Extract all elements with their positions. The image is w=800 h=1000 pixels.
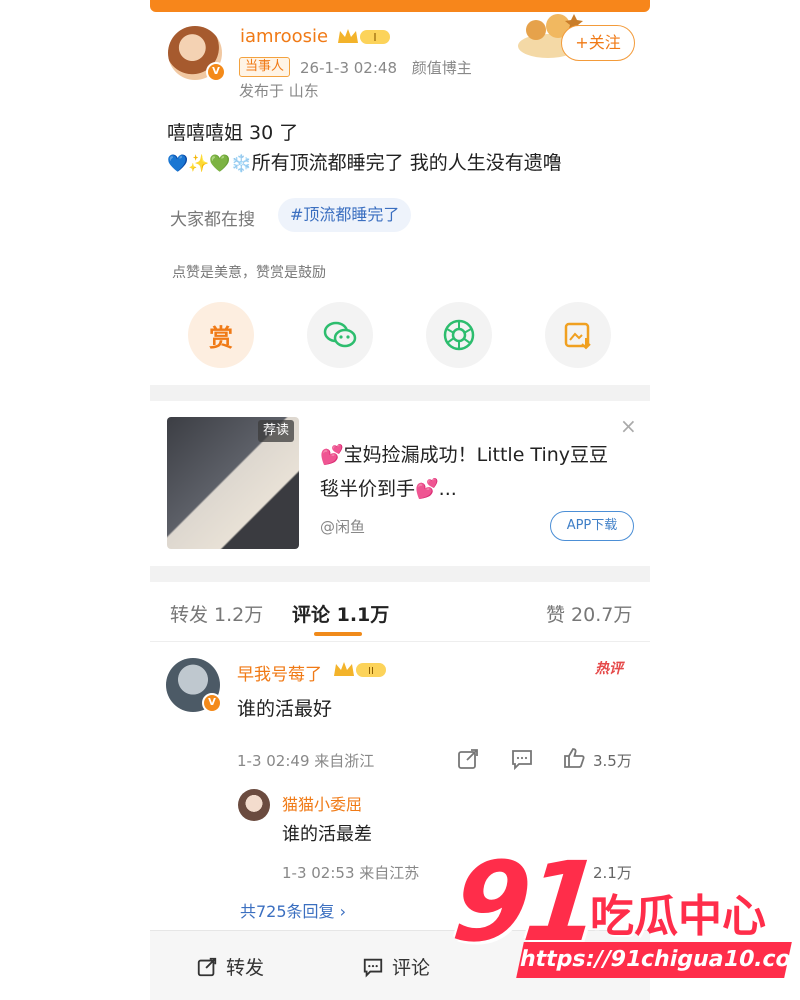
role-tag: 当事人 <box>239 57 291 77</box>
wechat-icon <box>323 321 357 348</box>
post-emojis: 💙✨💚❄️ <box>167 154 252 174</box>
ad-source: @闲鱼 <box>320 518 366 536</box>
reward-tip: 点赞是美意，赞赏是鼓励 <box>172 265 326 281</box>
comment-icon <box>363 958 383 977</box>
post-text-line2-container: 💙✨💚❄️所有顶流都睡完了 我的人生没有遗噜 <box>167 148 562 179</box>
reward-button[interactable]: 赏 <box>188 302 254 368</box>
close-icon[interactable]: × <box>620 414 637 438</box>
section-separator <box>150 385 650 401</box>
repost-icon <box>197 957 217 976</box>
author-category: 颜值博主 <box>411 59 472 77</box>
verified-badge-icon: V <box>206 62 226 82</box>
share-wechat-button[interactable] <box>307 302 373 368</box>
post-timestamp: 26-1-3 02:48 <box>300 59 397 77</box>
repost-button[interactable]: 转发 <box>196 953 264 980</box>
commenter-name[interactable]: 早我号莓了 <box>237 660 322 685</box>
ad-title[interactable]: 💕宝妈捡漏成功！Little Tiny豆豆毯半价到手💕... <box>320 438 620 506</box>
comment-text: 谁的活最好 <box>237 698 333 720</box>
member-crown-icon: I <box>338 29 390 44</box>
like-count: 3.5万 <box>593 752 632 770</box>
like-icon[interactable] <box>562 746 586 770</box>
save-image-button[interactable] <box>545 302 611 368</box>
watermark-url: https://91chigua10.com <box>516 942 800 978</box>
repost-label: 转发 <box>226 957 265 979</box>
moments-icon <box>443 319 475 351</box>
post-location: 发布于 山东 <box>239 82 319 100</box>
view-replies-link[interactable]: 共725条回复 › <box>240 898 346 922</box>
ad-badge: 荐读 <box>258 420 294 442</box>
watermark-name: 吃瓜中心 <box>590 891 766 942</box>
svg-text:II: II <box>368 666 374 677</box>
tab-likes[interactable]: 赞 20.7万 <box>546 600 632 627</box>
replier-avatar[interactable] <box>238 789 270 821</box>
post-text-line1: 嘻嘻嘻姐 30 了 <box>167 122 299 144</box>
share-icon[interactable] <box>456 747 480 771</box>
post-body: 嘻嘻嘻姐 30 了 💙✨💚❄️所有顶流都睡完了 我的人生没有遗噜 <box>167 118 562 179</box>
post-text-line2: 所有顶流都睡完了 我的人生没有遗噜 <box>251 152 562 174</box>
post-meta: 26-1-3 02:48 颜值博主 <box>300 57 472 78</box>
share-moments-button[interactable] <box>426 302 492 368</box>
reply-text: 谁的活最差 <box>282 824 372 845</box>
app-download-button[interactable]: APP下载 <box>550 511 634 541</box>
section-separator <box>150 566 650 582</box>
comment-icon[interactable] <box>510 747 534 771</box>
reward-label: 赏 <box>209 323 233 352</box>
author-username[interactable]: iamroosie <box>240 26 328 47</box>
divider <box>150 641 650 642</box>
tab-repost[interactable]: 转发 1.2万 <box>170 600 263 627</box>
ad-card[interactable]: 荐读 💕宝妈捡漏成功！Little Tiny豆豆毯半价到手💕... @闲鱼 AP… <box>164 408 637 552</box>
comment-label: 评论 <box>392 957 431 979</box>
verified-badge-icon: V <box>202 693 222 713</box>
svg-text:I: I <box>373 31 376 44</box>
comment-button[interactable]: 评论 <box>362 953 430 980</box>
save-image-icon <box>564 322 591 350</box>
active-tab-indicator <box>314 632 362 636</box>
follow-button[interactable]: +关注 <box>561 25 635 61</box>
member-crown-icon: II <box>334 662 386 677</box>
comment-meta: 1-3 02:49 来自浙江 <box>237 752 375 770</box>
topic-chip[interactable]: #顶流都睡完了 <box>278 198 412 232</box>
reply-meta: 1-3 02:53 来自江苏 <box>282 864 420 882</box>
replier-name[interactable]: 猫猫小委屈 <box>282 791 362 815</box>
hot-comment-badge: 热评 <box>595 661 623 677</box>
tab-comments[interactable]: 评论 1.1万 <box>292 600 389 627</box>
trending-search-label: 大家都在搜 <box>170 210 255 230</box>
